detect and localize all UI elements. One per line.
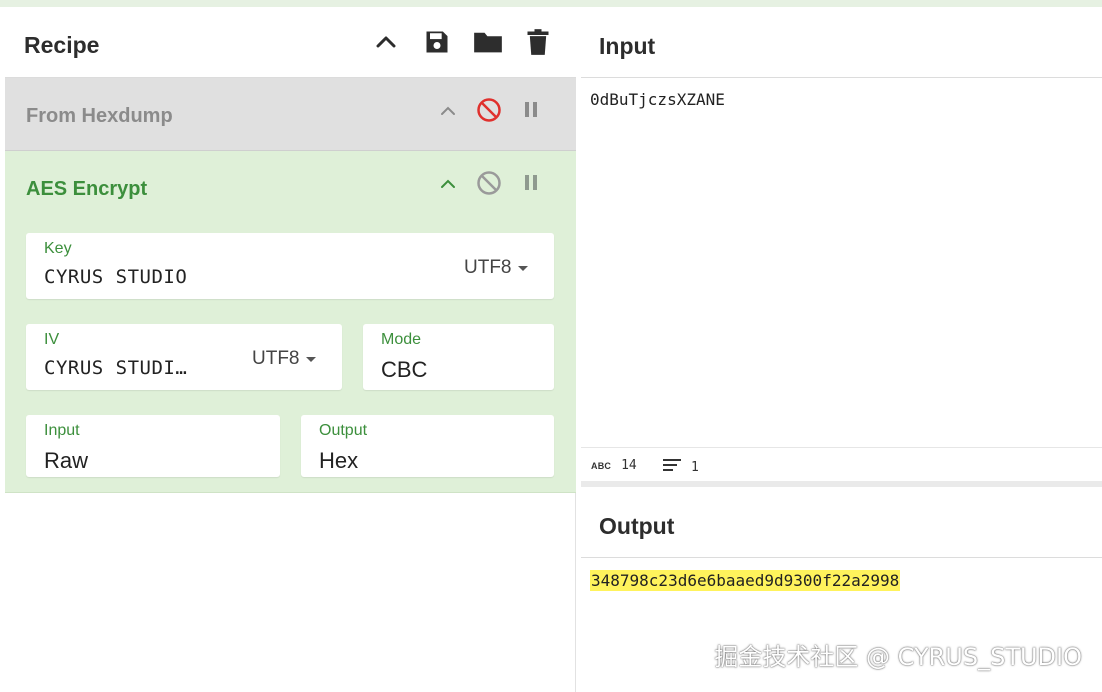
- input-format-select[interactable]: Raw: [44, 448, 88, 474]
- folder-icon: [473, 28, 503, 56]
- chevron-up-icon: [440, 176, 456, 197]
- iv-encoding-dropdown[interactable]: UTF8: [252, 348, 316, 370]
- key-field[interactable]: Key CYRUS STUDIO UTF8: [26, 233, 554, 299]
- output-format-select[interactable]: Hex: [319, 448, 358, 474]
- input-textarea[interactable]: 0dBuTjczsXZANE: [581, 78, 1102, 446]
- mode-label: Mode: [381, 331, 422, 348]
- caret-down-icon: [517, 265, 528, 271]
- key-label: Key: [44, 240, 72, 257]
- operation-from-hexdump[interactable]: From Hexdump: [5, 78, 576, 151]
- recipe-header: Recipe: [5, 7, 576, 78]
- recipe-pane: Recipe From Hexdump AES Encrypt Key CYRU…: [5, 7, 576, 692]
- operation-aes-encrypt[interactable]: AES Encrypt Key CYRUS STUDIO UTF8 IV CYR…: [5, 151, 576, 493]
- pause-icon: [522, 100, 540, 125]
- input-format-label: Input: [44, 422, 80, 439]
- input-text: 0dBuTjczsXZANE: [590, 90, 725, 109]
- iv-input[interactable]: CYRUS STUDI…: [44, 357, 187, 379]
- output-text: 348798c23d6e6baaed9d9300f22a2998: [590, 570, 901, 591]
- length-value: 14: [621, 458, 637, 473]
- operation-title: AES Encrypt: [26, 178, 148, 200]
- lines-stat: 1: [663, 458, 699, 476]
- save-recipe-button[interactable]: [419, 24, 455, 60]
- input-title: Input: [599, 33, 656, 59]
- recipe-title: Recipe: [24, 32, 100, 58]
- op-disable-button[interactable]: [474, 97, 504, 127]
- mode-select[interactable]: CBC: [381, 357, 427, 383]
- output-header: Output: [581, 487, 1102, 558]
- chevron-up-icon: [375, 31, 397, 53]
- iv-encoding-value: UTF8: [252, 348, 300, 369]
- op-collapse-button[interactable]: [433, 171, 463, 201]
- trash-icon: [526, 28, 550, 56]
- chevron-up-icon: [440, 103, 456, 124]
- abc-icon: ABC: [591, 460, 612, 471]
- disable-icon: [476, 170, 502, 201]
- operation-title: From Hexdump: [26, 105, 173, 127]
- watermark: 掘金技术社区 @ CYRUS_STUDIO: [714, 643, 1082, 671]
- output-format-label: Output: [319, 422, 368, 439]
- caret-down-icon: [305, 356, 316, 362]
- op-collapse-button[interactable]: [433, 98, 463, 128]
- input-header: Input: [581, 7, 1102, 78]
- iv-field[interactable]: IV CYRUS STUDI… UTF8: [26, 324, 342, 390]
- input-format-field[interactable]: Input Raw: [26, 415, 280, 477]
- key-encoding-value: UTF8: [464, 257, 512, 278]
- length-stat: ABC 14: [591, 458, 637, 473]
- iv-label: IV: [44, 331, 60, 348]
- output-format-field[interactable]: Output Hex: [301, 415, 554, 477]
- lines-icon: [663, 458, 681, 476]
- clear-recipe-button[interactable]: [520, 24, 556, 60]
- mode-field[interactable]: Mode CBC: [363, 324, 554, 390]
- load-recipe-button[interactable]: [470, 24, 506, 60]
- top-strip: [0, 0, 1102, 7]
- collapse-all-button[interactable]: [368, 24, 404, 60]
- key-encoding-dropdown[interactable]: UTF8: [464, 257, 528, 279]
- op-breakpoint-button[interactable]: [516, 97, 546, 127]
- disable-icon: [476, 97, 502, 128]
- save-icon: [423, 28, 451, 56]
- op-breakpoint-button[interactable]: [516, 170, 546, 200]
- key-input[interactable]: CYRUS STUDIO: [44, 266, 187, 288]
- io-pane: Input 0dBuTjczsXZANE ABC 14 1 Output 348…: [581, 7, 1102, 692]
- output-title: Output: [599, 513, 675, 539]
- input-status-bar: ABC 14 1: [581, 447, 1102, 481]
- op-disable-button[interactable]: [474, 170, 504, 200]
- lines-value: 1: [691, 459, 699, 475]
- pause-icon: [522, 173, 540, 198]
